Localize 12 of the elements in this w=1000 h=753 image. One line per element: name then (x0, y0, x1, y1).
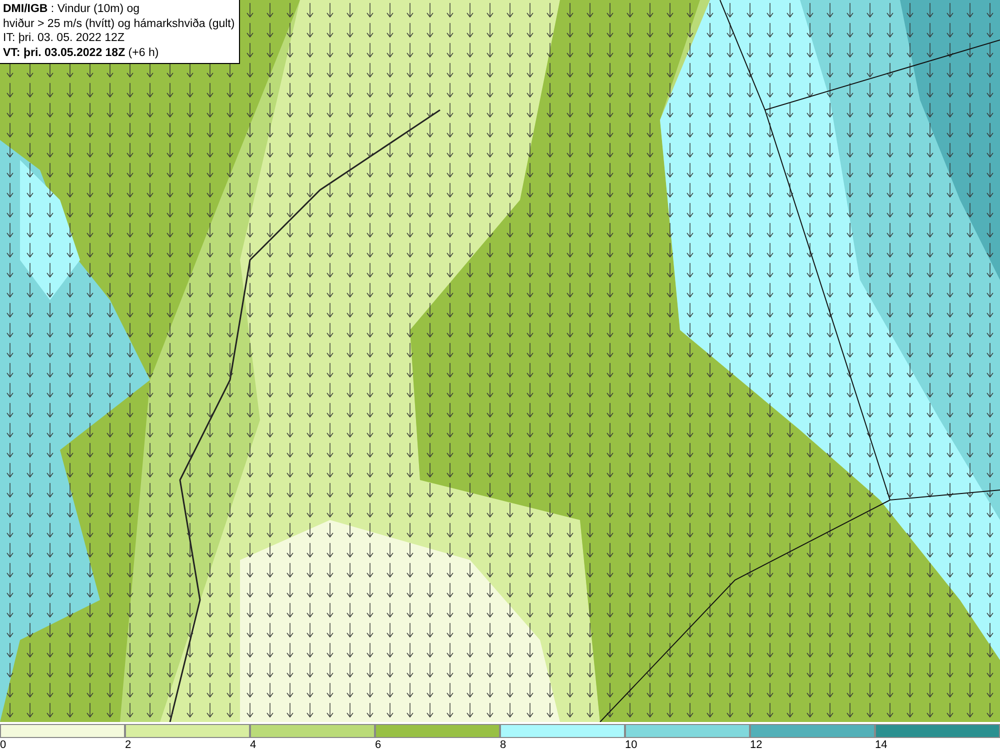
legend-label: 6 (375, 739, 382, 752)
legend-label: 4 (250, 739, 256, 752)
legend-label: 0 (0, 739, 6, 752)
title-line: IT: þri. 03. 05. 2022 12Z (3, 31, 126, 46)
legend-label: 2 (125, 739, 132, 752)
title-line: DMI/IGB : Vindur (10m) og (3, 2, 141, 16)
legend-label: 10 (625, 739, 638, 752)
title-line: hviður > 25 m/s (hvítt) og hámarkshviða (gult) (3, 16, 235, 31)
legend-label: 12 (750, 739, 762, 752)
legend-label: 14 (875, 739, 888, 752)
title-line: VT: þri. 03.05.2022 18Z (+6 h) (3, 46, 160, 60)
legend-label: 8 (500, 739, 506, 752)
